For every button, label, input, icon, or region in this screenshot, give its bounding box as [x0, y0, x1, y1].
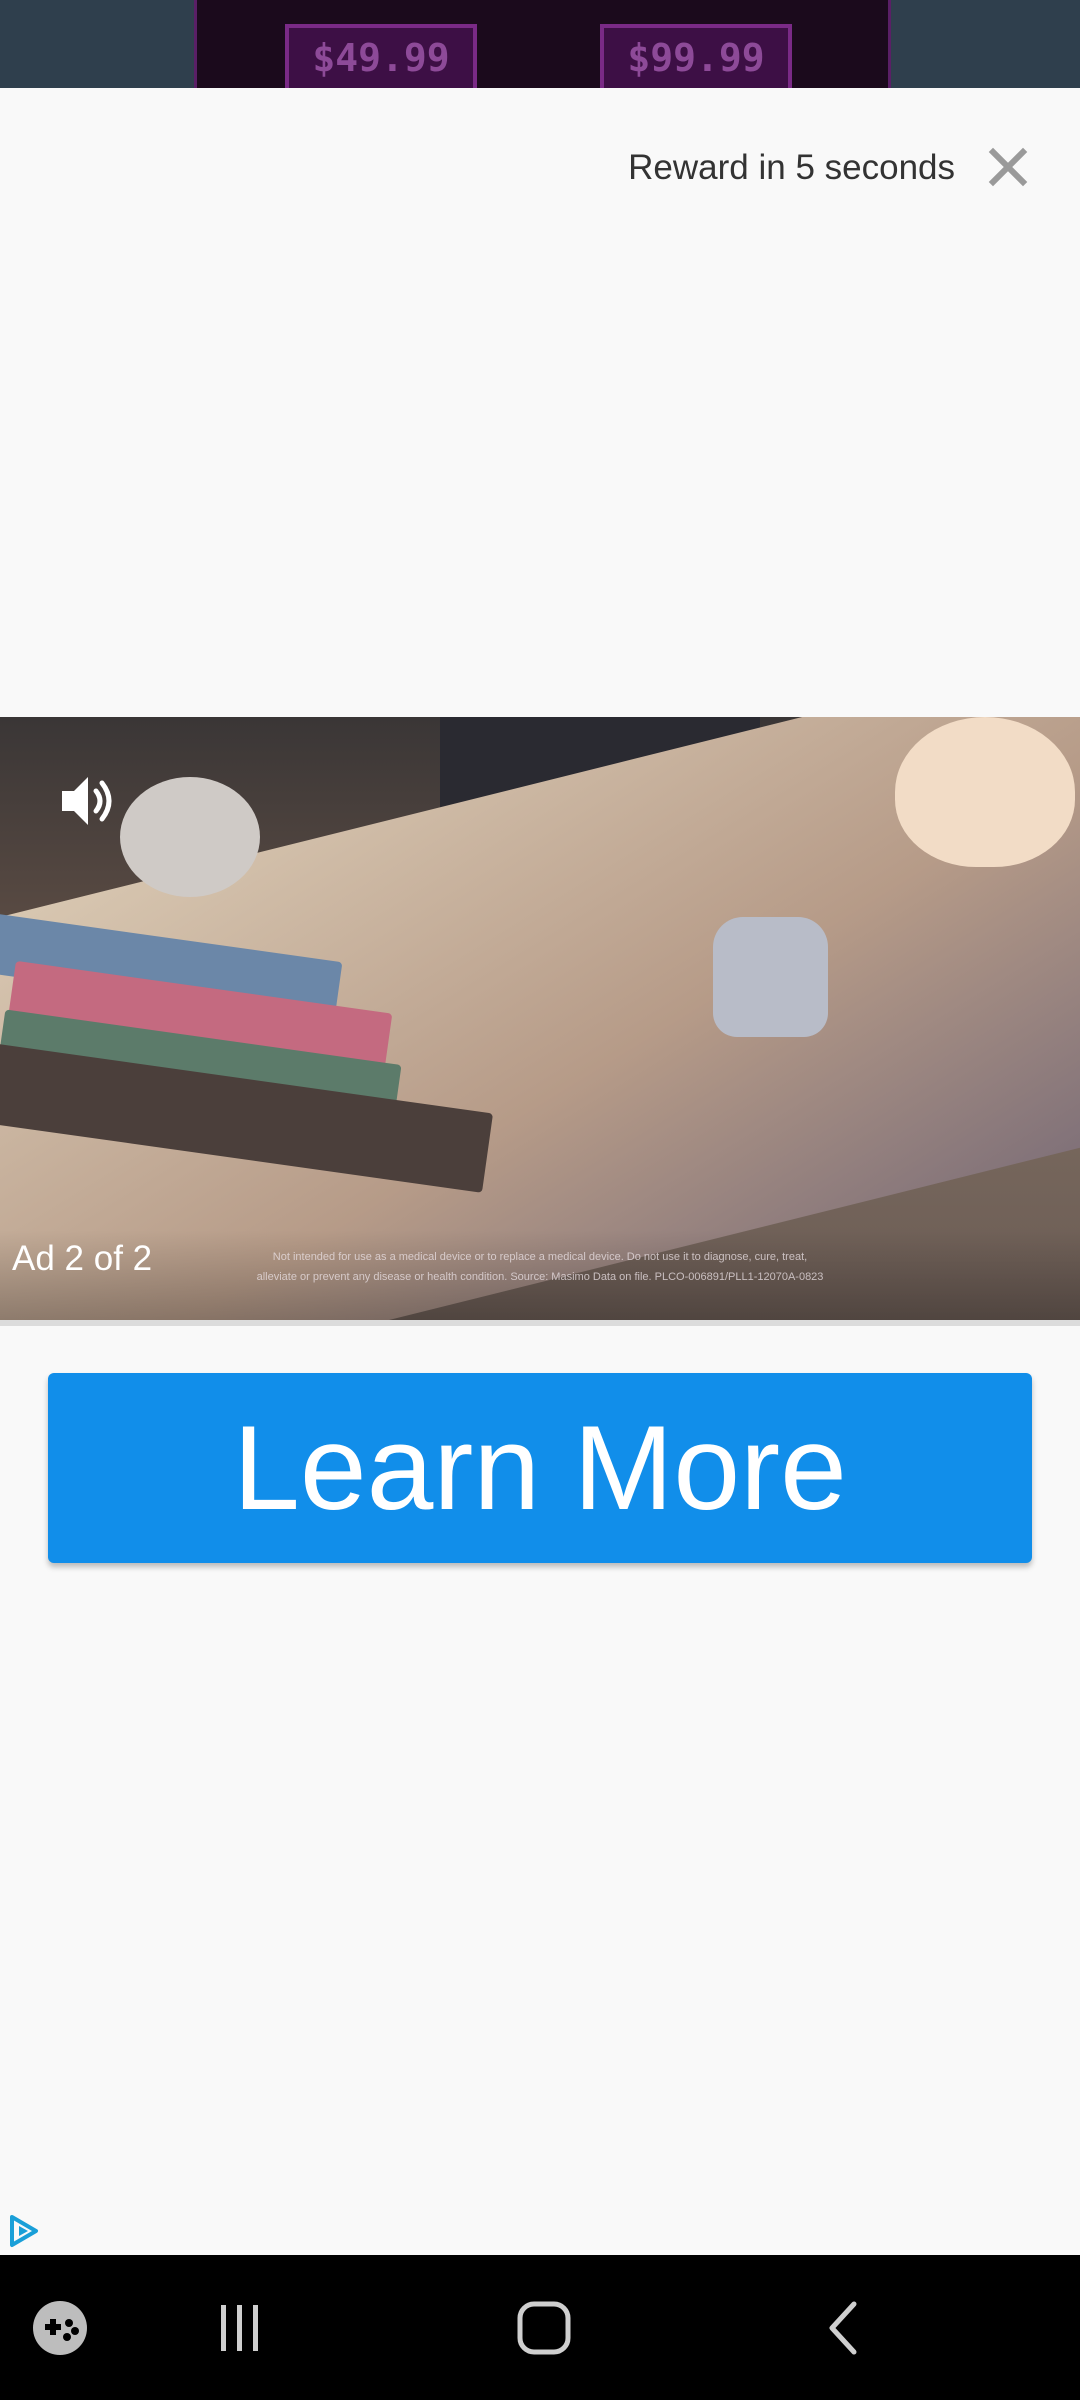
recent-apps-button[interactable]	[200, 2255, 280, 2400]
ad-counter: Ad 2 of 2	[12, 1239, 153, 1278]
close-button[interactable]	[977, 130, 1039, 204]
screen: $49.99 $99.99 Reward in 5 seconds Ad 2 o…	[0, 0, 1080, 2400]
mute-toggle-button[interactable]	[56, 769, 120, 833]
price-option-2: $99.99	[600, 24, 792, 88]
game-launcher-icon	[33, 2300, 87, 2355]
back-icon	[829, 2301, 857, 2354]
back-button[interactable]	[800, 2255, 888, 2400]
system-navigation-bar	[0, 2255, 1080, 2400]
ad-disclaimer: Not intended for use as a medical device…	[256, 1251, 824, 1283]
recent-apps-icon	[221, 2304, 258, 2351]
adchoices-button[interactable]	[6, 2213, 42, 2249]
video-scene-device	[713, 917, 828, 1037]
price-option-1: $49.99	[285, 24, 477, 88]
game-launcher-button[interactable]	[20, 2255, 100, 2400]
speaker-icon	[62, 777, 112, 825]
close-icon	[988, 147, 1028, 187]
adchoices-icon	[10, 2215, 38, 2247]
ad-video[interactable]: Ad 2 of 2 Not intended for use as a medi…	[0, 717, 1080, 1320]
video-scene-plush	[120, 777, 260, 897]
rewarded-ad: Reward in 5 seconds Ad 2 of 2 Not intend…	[0, 88, 1080, 2255]
home-icon	[517, 2301, 571, 2354]
learn-more-button[interactable]: Learn More	[48, 1373, 1032, 1563]
video-divider	[0, 1320, 1080, 1326]
background-app-strip: $49.99 $99.99	[0, 0, 1080, 88]
video-scene-lamp	[895, 717, 1075, 867]
home-button[interactable]	[500, 2255, 588, 2400]
reward-countdown: Reward in 5 seconds	[628, 148, 955, 187]
